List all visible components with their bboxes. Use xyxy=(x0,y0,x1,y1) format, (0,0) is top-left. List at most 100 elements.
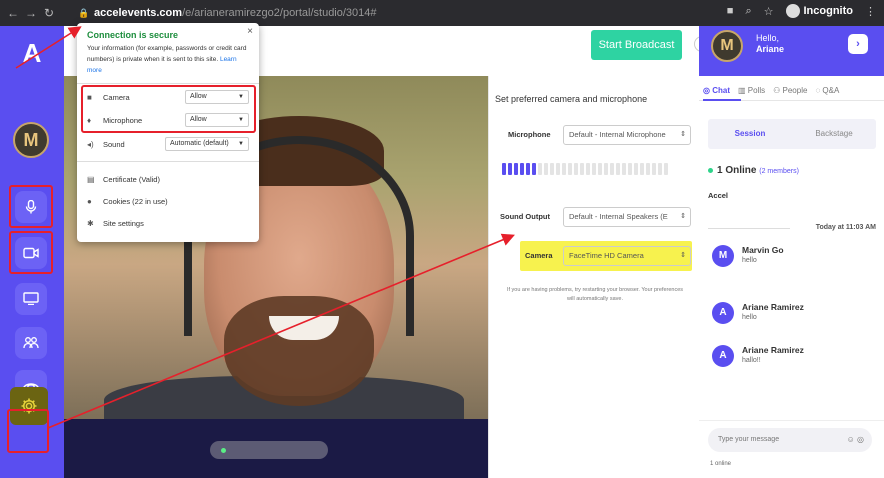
mic-level-segment xyxy=(568,163,572,175)
message-input-placeholder: Type your message xyxy=(718,436,780,443)
mic-level-segment xyxy=(652,163,656,175)
address-bar[interactable]: 🔒 accelevents.com /e/arianeramirezgo2/po… xyxy=(78,4,718,22)
tab-people-label: People xyxy=(782,86,808,95)
camera-select[interactable]: FaceTime HD Camera ⇕ xyxy=(563,246,691,266)
gif-icon[interactable]: ◎ xyxy=(857,435,864,444)
subtab-session[interactable]: Session xyxy=(708,119,792,149)
chat-tabs: ◎ Chat ▥ Polls ⚇ People ◌ Q&A xyxy=(703,86,839,95)
composer-icons: ☺ ◎ xyxy=(847,428,864,452)
tab-qa-label: Q&A xyxy=(822,86,840,95)
message-text: hello xyxy=(742,257,757,264)
tab-polls[interactable]: ▥ Polls xyxy=(738,86,765,95)
screenshot-root: ← → ↻ 🔒 accelevents.com /e/arianeramirez… xyxy=(0,0,884,478)
popup-divider xyxy=(77,161,259,162)
online-footer: 1 online xyxy=(710,461,732,467)
chat-message: M Marvin Go hello xyxy=(712,245,784,267)
popup-divider xyxy=(77,83,259,84)
greeting-hello: Hello, xyxy=(756,33,780,43)
message-author: Ariane Ramirez xyxy=(742,302,804,312)
message-text: hallo!! xyxy=(742,357,761,364)
greeting: Hello, Ariane xyxy=(756,33,784,55)
status-dot xyxy=(221,448,226,453)
cookie-icon: ● xyxy=(87,196,92,206)
people-icon xyxy=(23,337,39,349)
mic-level-segment xyxy=(592,163,596,175)
speaker-icon: ◂) xyxy=(87,139,94,149)
annotation-box-camera xyxy=(9,231,53,274)
active-tab-indicator xyxy=(703,99,741,101)
mic-level-meter xyxy=(502,163,668,175)
sound-output-select-value: Default - Internal Speakers (E xyxy=(569,212,668,221)
cookies-link[interactable]: ● Cookies (22 in use) xyxy=(87,193,253,209)
chat-message: A Ariane Ramirez hallo!! xyxy=(712,345,804,367)
mic-level-segment xyxy=(580,163,584,175)
sound-permission-select[interactable]: Automatic (default) ▼ xyxy=(165,137,249,151)
site-settings-link[interactable]: ✱ Site settings xyxy=(87,215,253,231)
polls-icon: ▥ xyxy=(737,86,748,95)
microphone-select[interactable]: Default - Internal Microphone ⇕ xyxy=(563,125,691,145)
tab-people[interactable]: ⚇ People xyxy=(773,86,807,95)
mic-level-segment xyxy=(550,163,554,175)
lock-icon[interactable]: 🔒 xyxy=(78,8,89,18)
message-avatar: A xyxy=(712,345,734,367)
cookies-label: Cookies (22 in use) xyxy=(103,196,168,206)
permission-value: Automatic (default) xyxy=(170,140,229,147)
certificate-label: Certificate (Valid) xyxy=(103,174,160,184)
online-dot xyxy=(708,167,713,173)
emoji-icon[interactable]: ☺ xyxy=(847,435,855,444)
menu-icon[interactable]: ⋮ xyxy=(865,5,876,18)
forward-icon[interactable]: → xyxy=(22,6,40,20)
avatar[interactable]: M xyxy=(13,122,49,158)
mic-level-segment xyxy=(610,163,614,175)
tab-polls-label: Polls xyxy=(747,86,766,95)
tab-chat[interactable]: ◎ Chat xyxy=(703,86,730,95)
incognito-badge[interactable]: Incognito xyxy=(785,4,854,18)
composer-divider xyxy=(699,420,884,421)
mic-level-segment xyxy=(586,163,590,175)
accelevents-logo: A xyxy=(22,38,42,68)
permission-sound: ◂) Sound Automatic (default) ▼ xyxy=(87,136,253,152)
date-label: Today at 11:03 AM xyxy=(815,224,876,231)
camera-indicator-icon[interactable]: ■ xyxy=(727,5,734,17)
sound-output-select[interactable]: Default - Internal Speakers (E ⇕ xyxy=(563,207,691,227)
mic-level-segment xyxy=(556,163,560,175)
attendees-button[interactable] xyxy=(15,327,47,359)
mic-level-segment xyxy=(646,163,650,175)
sound-output-setting-label: Sound Output xyxy=(500,212,550,221)
mic-level-segment xyxy=(526,163,530,175)
message-input[interactable]: Type your message ☺ ◎ xyxy=(708,428,872,452)
mic-level-segment xyxy=(604,163,608,175)
select-arrow-icon: ⇕ xyxy=(680,213,686,220)
tab-qa[interactable]: ◌ Q&A xyxy=(815,86,839,95)
gear-icon: ✱ xyxy=(87,218,94,228)
mic-level-segment xyxy=(562,163,566,175)
reload-icon[interactable]: ↻ xyxy=(40,6,58,20)
select-arrow-icon: ⇕ xyxy=(680,131,686,138)
screen-share-button[interactable] xyxy=(15,283,47,315)
back-icon[interactable]: ← xyxy=(4,6,22,20)
user-avatar[interactable]: M xyxy=(711,30,743,62)
popup-description: Your information (for example, passwords… xyxy=(87,43,249,76)
subtab-backstage[interactable]: Backstage xyxy=(792,119,876,149)
tab-chat-label: Chat xyxy=(712,86,730,95)
start-broadcast-button[interactable]: Start Broadcast xyxy=(591,30,682,60)
certificate-link[interactable]: ▤ Certificate (Valid) xyxy=(87,171,253,187)
zoom-icon[interactable]: ⌕ xyxy=(745,5,751,18)
star-icon[interactable]: ☆ xyxy=(764,5,774,18)
chat-message: A Ariane Ramirez hello xyxy=(712,302,804,324)
incognito-label: Incognito xyxy=(803,5,854,17)
annotation-box-microphone xyxy=(9,185,53,228)
expand-button[interactable]: › xyxy=(848,34,868,54)
online-status: 1 Online (2 members) xyxy=(708,165,799,176)
incognito-icon xyxy=(785,4,800,18)
select-arrow-icon: ⇕ xyxy=(680,252,686,259)
site-settings-label: Site settings xyxy=(103,218,144,228)
mic-level-segment xyxy=(658,163,662,175)
chat-icon: ◎ xyxy=(703,86,713,95)
annotation-box-permissions xyxy=(81,85,256,133)
close-icon[interactable]: × xyxy=(247,26,253,37)
mic-level-segment xyxy=(538,163,542,175)
progress-pill[interactable] xyxy=(210,441,328,459)
online-members: (2 members) xyxy=(759,168,799,175)
people-icon: ⚇ xyxy=(773,86,783,95)
